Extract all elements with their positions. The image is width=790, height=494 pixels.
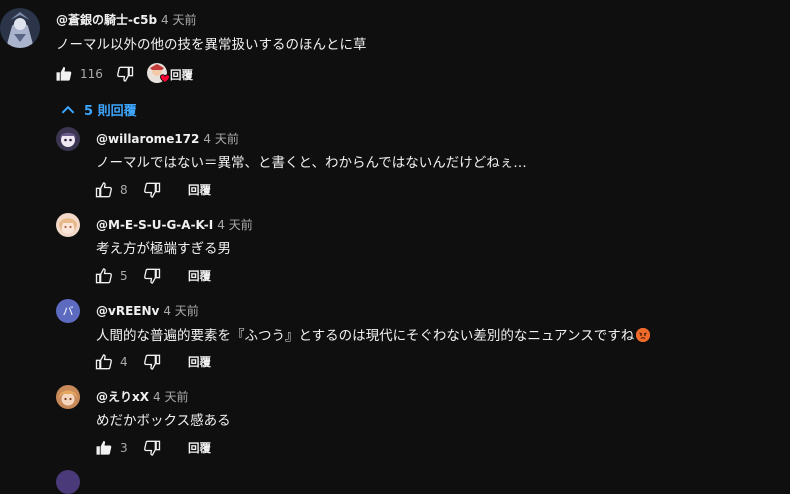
author-name[interactable]: @willarome172 — [96, 132, 199, 146]
reply-actions: 4 回覆 — [94, 350, 211, 374]
like-icon[interactable] — [94, 266, 114, 286]
like-count: 3 — [120, 441, 128, 455]
angry-face-icon — [636, 328, 651, 342]
author-name[interactable]: @M-E-S-U-G-A-K-I — [96, 218, 213, 232]
reply-time[interactable]: 4 天前 — [217, 218, 252, 232]
reply-author[interactable]: @M-E-S-U-G-A-K-I 4 天前 — [96, 216, 253, 233]
like-count: 116 — [80, 67, 103, 81]
like-icon[interactable] — [94, 180, 114, 200]
reply-author[interactable]: @vREENv 4 天前 — [96, 302, 199, 319]
reply-author[interactable]: @えりxX 4 天前 — [96, 388, 188, 405]
reply-time[interactable]: 4 天前 — [153, 390, 188, 404]
reply-actions: 3 回覆 — [94, 436, 211, 460]
comment-author[interactable]: @蒼銀の騎士-c5b 4 天前 — [56, 11, 197, 28]
dislike-icon[interactable] — [142, 180, 162, 200]
reply-text-content: 人間的な普遍的要素を『ふつう』とするのは現代にそぐわない差別的なニュアンスですね — [96, 328, 635, 344]
dislike-icon[interactable] — [142, 438, 162, 458]
avatar[interactable] — [0, 8, 40, 48]
dislike-icon[interactable] — [142, 266, 162, 286]
reply-author[interactable]: @willarome172 4 天前 — [96, 130, 239, 147]
reply-text: 考え方が極端すぎる男 — [96, 241, 231, 257]
author-name[interactable]: @vREENv — [96, 304, 159, 318]
reply-button[interactable]: 回覆 — [170, 67, 193, 83]
reply-button[interactable]: 回覆 — [188, 268, 211, 284]
reply-time[interactable]: 4 天前 — [163, 304, 198, 318]
avatar[interactable]: バ — [56, 299, 80, 323]
comment-actions: 116 — [54, 62, 135, 86]
avatar[interactable] — [56, 127, 80, 151]
reply-text: めだかボックス感ある — [96, 413, 231, 429]
reply-text: ノーマルではない＝異常、と書くと、わからんではないんだけどねぇ… — [96, 155, 527, 171]
avatar[interactable] — [56, 385, 80, 409]
like-count: 8 — [120, 183, 128, 197]
author-name[interactable]: @えりxX — [96, 390, 149, 404]
dislike-icon[interactable] — [115, 64, 135, 84]
reply-button[interactable]: 回覆 — [188, 182, 211, 198]
reply-actions: 5 回覆 — [94, 264, 211, 288]
chevron-up-icon — [58, 100, 76, 118]
like-icon[interactable] — [54, 64, 74, 84]
dislike-icon[interactable] — [142, 352, 162, 372]
creator-heart-icon — [146, 62, 172, 86]
reply-button[interactable]: 回覆 — [188, 354, 211, 370]
replies-toggle-label: 5 則回覆 — [84, 103, 137, 119]
reply-text: 人間的な普遍的要素を『ふつう』とするのは現代にそぐわない差別的なニュアンスですね — [96, 324, 651, 344]
comment-text: ノーマル以外の他の技を異常扱いするのほんとに草 — [56, 37, 367, 53]
reply-time[interactable]: 4 天前 — [203, 132, 238, 146]
avatar-letter: バ — [62, 305, 74, 318]
reply-button[interactable]: 回覆 — [188, 440, 211, 456]
comment-time[interactable]: 4 天前 — [161, 13, 196, 27]
author-name[interactable]: @蒼銀の騎士-c5b — [56, 13, 157, 27]
like-count: 4 — [120, 355, 128, 369]
avatar[interactable] — [56, 213, 80, 237]
reply-actions: 8 回覆 — [94, 178, 211, 202]
like-count: 5 — [120, 269, 128, 283]
like-icon[interactable] — [94, 352, 114, 372]
replies-toggle[interactable]: 5 則回覆 — [58, 97, 137, 121]
like-icon[interactable] — [94, 438, 114, 458]
